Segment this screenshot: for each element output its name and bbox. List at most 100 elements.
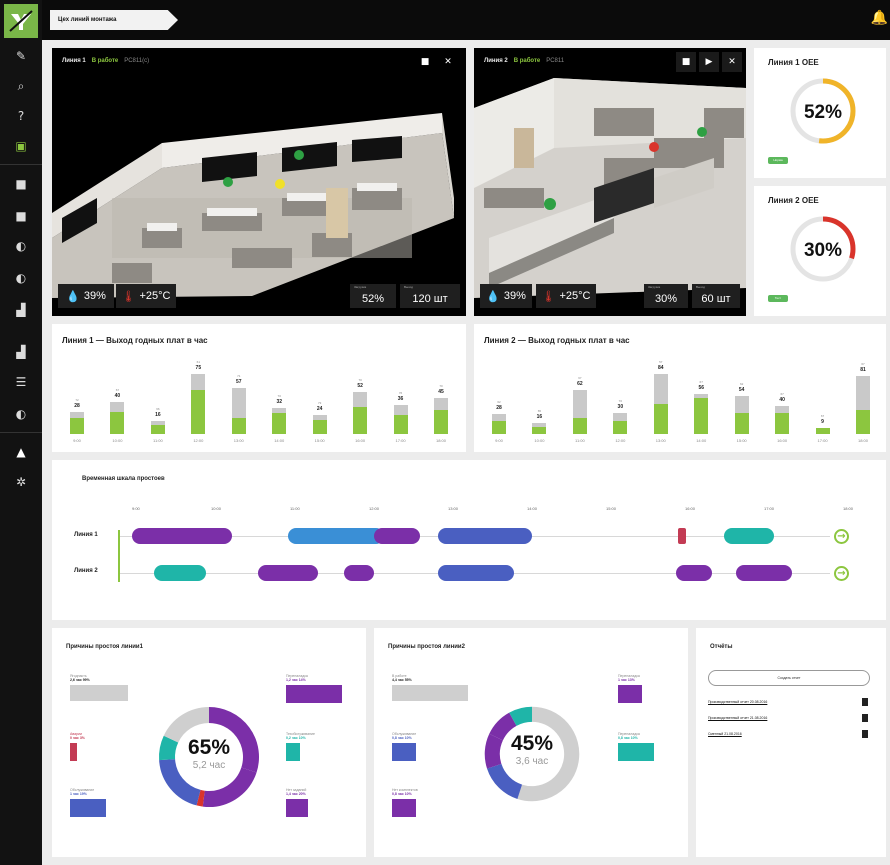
x-tick-label: 17:00 [395, 438, 406, 443]
bar-value-label: 57 [235, 379, 242, 386]
create-report-button[interactable]: Создать отчет [708, 670, 870, 686]
x-tick-label: 18:00 [435, 438, 446, 443]
output-readout: Выход 60 шт [692, 284, 740, 308]
downtime-segment[interactable] [678, 528, 686, 544]
bar-top-label: 67 [115, 388, 120, 392]
app-logo[interactable] [4, 4, 38, 38]
bar-value-label: 28 [496, 405, 502, 412]
report-file[interactable]: Сменный 21.08.2016 [708, 730, 868, 738]
oee-gauge: 52% [790, 78, 856, 144]
arrow-right-icon[interactable]: → [834, 529, 849, 544]
alert-icon[interactable]: ▲ [0, 440, 42, 464]
x-tick-label: 18:00 [857, 438, 868, 443]
bar-value-label: 40 [114, 393, 121, 399]
pie-icon[interactable]: ◐ [0, 402, 42, 426]
close-icon[interactable]: ✕ [722, 52, 742, 72]
bar: 28 62 9:00 [492, 400, 506, 443]
downtime-segment[interactable] [258, 565, 318, 581]
search-icon[interactable]: ⌕ [0, 74, 42, 98]
humidity-readout: 💧 39% [58, 284, 114, 308]
pie-icon[interactable]: ◐ [0, 266, 42, 290]
oee-value: 30% [804, 240, 842, 261]
downtime-segment[interactable] [288, 528, 384, 544]
downtime-segment[interactable] [374, 528, 420, 544]
bar-value-label: 32 [276, 399, 282, 406]
factory-scene [474, 78, 746, 298]
bell-icon[interactable]: 🔔 [871, 10, 888, 26]
camera-icon[interactable]: ■ [0, 172, 42, 196]
x-tick-label: 12:00 [615, 438, 626, 443]
bar-top-label: 72 [75, 397, 79, 402]
forward-icon[interactable]: ▶ [699, 52, 719, 72]
bar-segment-good [272, 413, 287, 434]
oee-title: Линия 2 OEE [768, 196, 819, 205]
x-tick-label: 10:00 [534, 438, 545, 443]
downtime-segment[interactable] [676, 565, 712, 581]
bar-segment-good [110, 411, 125, 434]
camera-controls: ■ ▶ ✕ [676, 52, 742, 72]
donut-slice [487, 763, 523, 799]
chart-icon[interactable]: ▟ [0, 340, 42, 364]
camera-view-line2[interactable]: Линия 2В работе PC811 ■ ▶ ✕ 💧 39% 🌡 +25°C З… [474, 48, 746, 316]
chart-icon[interactable]: ▟ [0, 298, 42, 322]
downtime-timeline: Временная шкала простоев 9:00 10:00 11:00 1… [52, 460, 886, 620]
camera-view-line1[interactable]: Линия 1В работе PC811(с) ■ ✕ 💧 39% 🌡 +25°C … [52, 48, 466, 316]
downtime-segment[interactable] [724, 528, 774, 544]
status-badge: Тест [768, 295, 788, 302]
bar-top-label: 62 [497, 400, 501, 405]
x-tick-label: 9:00 [73, 438, 81, 443]
bar-top-label: 62 [739, 381, 744, 386]
x-tick-label: 13:00 [655, 438, 666, 443]
timeline-tick: 10:00 [211, 506, 222, 511]
bar-top-label: 61 [196, 360, 200, 364]
timeline-tick: 9:00 [132, 506, 140, 511]
bar: 36 76 17:00 [393, 391, 408, 443]
donut-center: 45% 3,6 час [510, 732, 554, 767]
bar-value-label: 81 [860, 367, 866, 374]
report-file[interactable]: Производственный отчет 21.08.2016 [708, 714, 868, 722]
x-tick-label: 13:00 [233, 438, 244, 443]
module-icon[interactable]: ▣ [0, 134, 42, 158]
load-readout: Загрузка 52% [350, 284, 396, 308]
bar-segment-good [312, 420, 327, 434]
bar-top-label: 70 [277, 394, 281, 399]
timeline-title: Временная шкала простоев [82, 476, 165, 482]
downtime-reasons-line1: Причины простоя линии1 Ягоднасть 2,6 час … [52, 628, 366, 857]
camera-icon[interactable]: ■ [0, 204, 42, 228]
top-bar: Цех линий монтажа 🔔 [42, 0, 890, 40]
oee-card-line1[interactable]: Линия 1 OEE 52% Норма [754, 48, 886, 178]
downtime-segment[interactable] [438, 565, 514, 581]
report-file[interactable]: Производственный отчет 20.08.2016 [708, 698, 868, 706]
bar-top-label: 67 [820, 413, 825, 418]
bar: 81 67 18:00 [856, 362, 870, 443]
bar-segment-good [775, 412, 790, 434]
downtime-segment[interactable] [154, 565, 206, 581]
x-tick-label: 16:00 [355, 438, 366, 443]
chart-title: Линия 2 — Выход годных плат в час [484, 336, 630, 345]
settings-icon[interactable]: ✲ [0, 470, 42, 494]
downtime-segment[interactable] [438, 528, 532, 544]
bar-segment-good [353, 406, 368, 434]
x-tick-label: 15:00 [314, 438, 325, 443]
bar-value-label: 54 [738, 386, 745, 393]
list-icon[interactable]: ☰ [0, 370, 42, 394]
timeline-row-label: Линия 2 [74, 568, 98, 574]
downtime-segment[interactable] [132, 528, 232, 544]
close-icon[interactable]: ✕ [438, 52, 458, 72]
help-icon[interactable]: ? [0, 104, 42, 128]
reports-panel: Отчёты Создать отчет Производственный от… [696, 628, 886, 857]
timeline-tick: 11:00 [290, 506, 300, 511]
reason-item: Техобслуживание 0,2 час 10% [286, 732, 315, 761]
downtime-segment[interactable] [736, 565, 792, 581]
arrow-right-icon[interactable]: → [834, 566, 849, 581]
breadcrumb[interactable]: Цех линий монтажа [50, 10, 178, 30]
pen-icon[interactable]: ✎ [0, 44, 42, 68]
pie-icon[interactable]: ◐ [0, 234, 42, 258]
bar-top-label: 67 [699, 380, 703, 385]
downtime-segment[interactable] [344, 565, 374, 581]
video-icon[interactable]: ■ [676, 52, 696, 72]
bar-segment-good [613, 421, 628, 434]
bar: 45 70 18:00 [434, 384, 448, 443]
oee-card-line2[interactable]: Линия 2 OEE 30% Тест [754, 186, 886, 316]
video-icon[interactable]: ■ [415, 52, 435, 72]
